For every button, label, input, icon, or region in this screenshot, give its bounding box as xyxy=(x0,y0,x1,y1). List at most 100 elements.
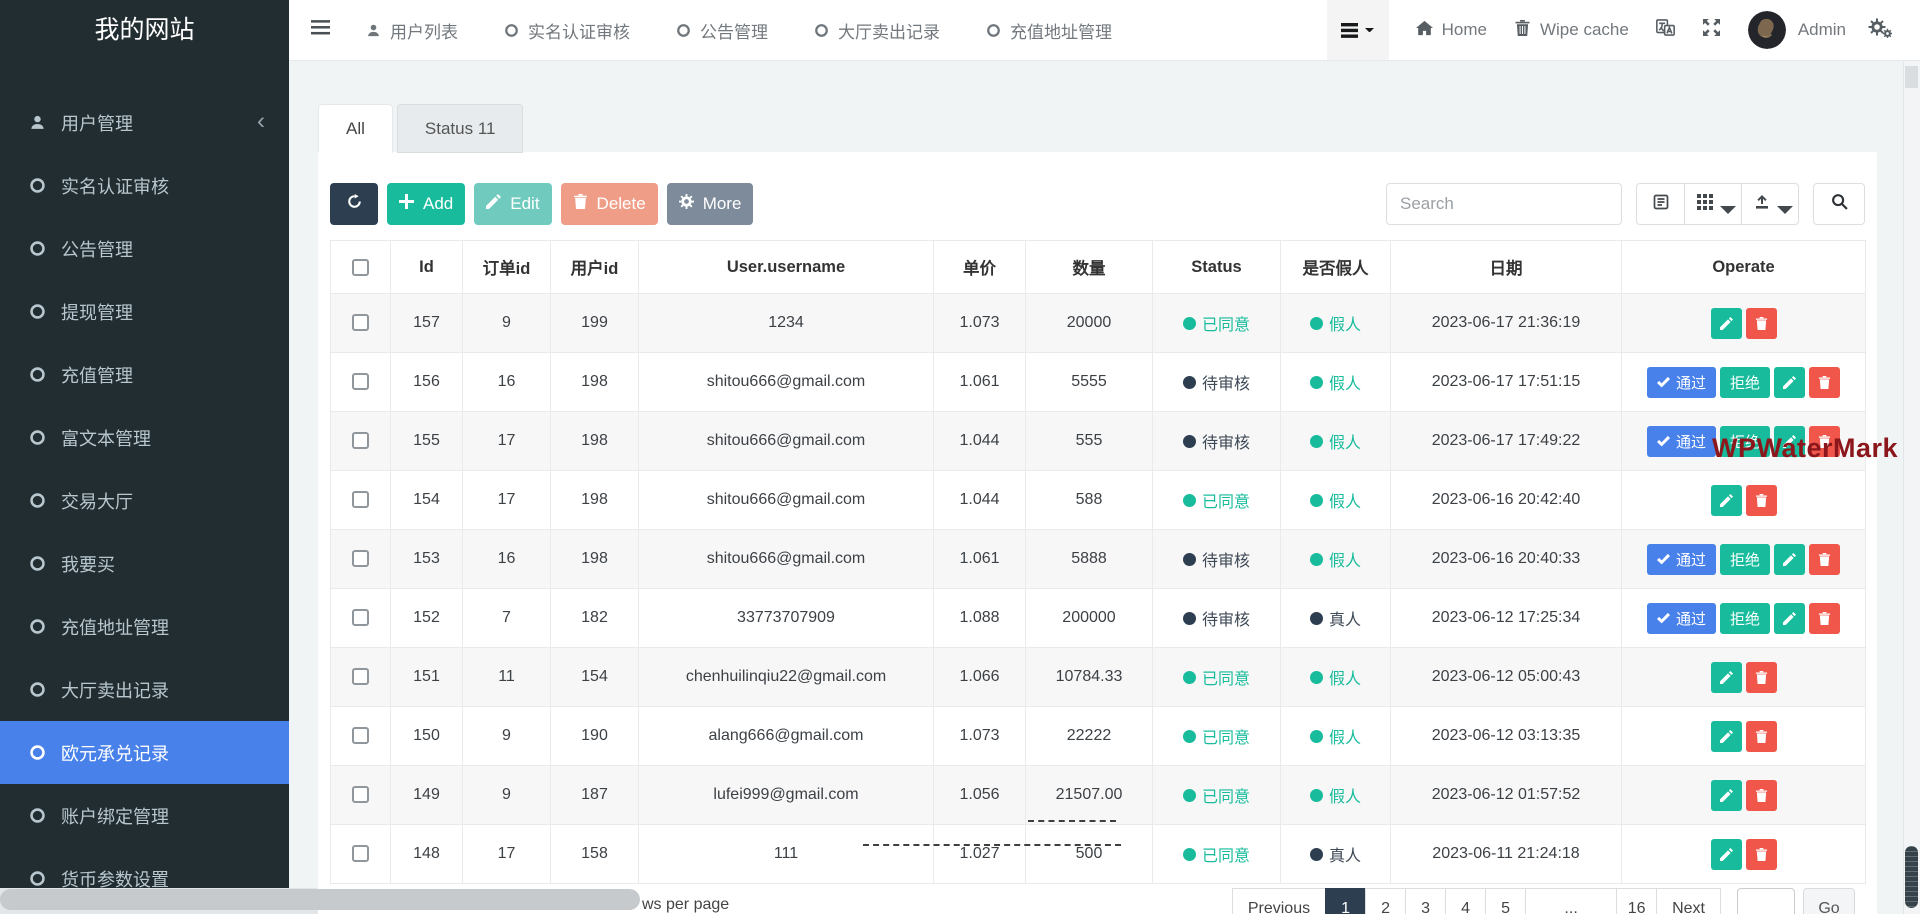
edit-row-button[interactable] xyxy=(1774,544,1805,575)
row-checkbox[interactable] xyxy=(352,668,369,685)
delete-row-button[interactable] xyxy=(1746,780,1777,811)
row-checkbox[interactable] xyxy=(352,491,369,508)
go-button[interactable]: Go xyxy=(1803,888,1855,914)
status-text: 假人 xyxy=(1329,665,1361,689)
cell-date: 2023-06-12 17:25:34 xyxy=(1391,589,1622,648)
sidebar-item[interactable]: 欧元承兑记录 xyxy=(0,721,289,784)
vertical-scrollbar-thumb[interactable] xyxy=(1905,846,1918,908)
page-button[interactable]: 5 xyxy=(1485,888,1526,914)
delete-row-button[interactable] xyxy=(1746,308,1777,339)
circle-icon xyxy=(676,23,691,38)
row-checkbox[interactable] xyxy=(352,432,369,449)
horizontal-scrollbar-thumb[interactable] xyxy=(0,889,640,910)
column-header[interactable]: 数量 xyxy=(1026,241,1153,294)
edit-row-button[interactable] xyxy=(1711,662,1742,693)
row-checkbox[interactable] xyxy=(352,727,369,744)
edit-row-button[interactable] xyxy=(1774,603,1805,634)
add-button[interactable]: Add xyxy=(387,183,465,225)
approve-button[interactable]: 通过 xyxy=(1647,426,1716,457)
row-checkbox[interactable] xyxy=(352,373,369,390)
topbar-tab[interactable]: 大厅卖出记录 xyxy=(814,18,940,43)
edit-row-button[interactable] xyxy=(1711,721,1742,752)
delete-row-button[interactable] xyxy=(1746,662,1777,693)
delete-row-button[interactable] xyxy=(1746,485,1777,516)
edit-row-button[interactable] xyxy=(1774,367,1805,398)
approve-button[interactable]: 通过 xyxy=(1647,367,1716,398)
sidebar-item[interactable]: 公告管理 xyxy=(0,217,289,280)
delete-row-button[interactable] xyxy=(1746,839,1777,870)
prev-page-button[interactable]: Previous xyxy=(1232,888,1326,914)
fullscreen-icon[interactable] xyxy=(1702,19,1721,41)
more-button[interactable]: More xyxy=(667,183,754,225)
topbar-tab[interactable]: 实名认证审核 xyxy=(504,18,630,43)
column-header[interactable]: 用户id xyxy=(551,241,639,294)
row-checkbox[interactable] xyxy=(352,550,369,567)
sidebar-item[interactable]: 账户绑定管理 xyxy=(0,784,289,847)
admin-label[interactable]: Admin xyxy=(1798,20,1846,40)
column-header[interactable]: Operate xyxy=(1622,241,1866,294)
page-button[interactable]: 3 xyxy=(1405,888,1446,914)
column-header[interactable]: Id xyxy=(391,241,463,294)
edit-row-button[interactable] xyxy=(1711,308,1742,339)
columns-dropdown-button[interactable] xyxy=(1684,183,1742,225)
delete-button[interactable]: Delete xyxy=(561,183,658,225)
hamburger-icon[interactable] xyxy=(311,20,330,40)
sidebar-item[interactable]: 大厅卖出记录 xyxy=(0,658,289,721)
topbar-tab[interactable]: 公告管理 xyxy=(676,18,768,43)
panel-tab[interactable]: Status 11 xyxy=(397,104,524,153)
row-checkbox[interactable] xyxy=(352,609,369,626)
page-button[interactable]: 4 xyxy=(1445,888,1486,914)
sidebar-item[interactable]: 用户管理‹ xyxy=(0,91,289,154)
avatar[interactable] xyxy=(1748,11,1786,49)
export-dropdown-button[interactable] xyxy=(1741,183,1799,225)
reject-button[interactable]: 拒绝 xyxy=(1720,544,1770,575)
topbar-tab[interactable]: 用户列表 xyxy=(366,18,458,43)
topbar-tab[interactable]: 充值地址管理 xyxy=(986,18,1112,43)
delete-row-button[interactable] xyxy=(1746,721,1777,752)
wipe-cache-link[interactable]: Wipe cache xyxy=(1514,20,1629,41)
reject-button[interactable]: 拒绝 xyxy=(1720,367,1770,398)
edit-row-button[interactable] xyxy=(1711,485,1742,516)
page-button[interactable]: 16 xyxy=(1616,888,1657,914)
sidebar-item[interactable]: 交易大厅 xyxy=(0,469,289,532)
search-input[interactable] xyxy=(1386,183,1622,225)
translate-icon[interactable] xyxy=(1656,19,1675,41)
page-button[interactable]: 2 xyxy=(1365,888,1406,914)
delete-row-button[interactable] xyxy=(1809,367,1840,398)
menu-list-dropdown-button[interactable] xyxy=(1327,0,1389,60)
page-jump-input[interactable] xyxy=(1737,888,1795,914)
column-header[interactable]: 订单id xyxy=(463,241,551,294)
panel-tab[interactable]: All xyxy=(318,104,393,153)
next-page-button[interactable]: Next xyxy=(1656,888,1721,914)
sidebar-item[interactable]: 我要买 xyxy=(0,532,289,595)
search-button[interactable] xyxy=(1813,183,1865,225)
sidebar-item[interactable]: 充值管理 xyxy=(0,343,289,406)
cell-fake: 真人 xyxy=(1281,589,1391,648)
column-header[interactable]: 日期 xyxy=(1391,241,1622,294)
approve-button[interactable]: 通过 xyxy=(1647,603,1716,634)
page-button[interactable]: 1 xyxy=(1325,888,1366,914)
delete-row-button[interactable] xyxy=(1809,544,1840,575)
refresh-button[interactable] xyxy=(330,183,378,225)
reject-button[interactable]: 拒绝 xyxy=(1720,603,1770,634)
select-all-checkbox[interactable] xyxy=(352,259,369,276)
delete-row-button[interactable] xyxy=(1809,603,1840,634)
column-header[interactable]: Status xyxy=(1153,241,1281,294)
sidebar-item[interactable]: 充值地址管理 xyxy=(0,595,289,658)
form-view-button[interactable] xyxy=(1636,183,1685,225)
home-link[interactable]: Home xyxy=(1416,20,1487,41)
column-header[interactable]: User.username xyxy=(639,241,934,294)
edit-row-button[interactable] xyxy=(1711,780,1742,811)
row-checkbox[interactable] xyxy=(352,786,369,803)
sidebar-item[interactable]: 富文本管理 xyxy=(0,406,289,469)
approve-button[interactable]: 通过 xyxy=(1647,544,1716,575)
column-header[interactable]: 是否假人 xyxy=(1281,241,1391,294)
sidebar-item[interactable]: 实名认证审核 xyxy=(0,154,289,217)
column-header[interactable]: 单价 xyxy=(934,241,1026,294)
row-checkbox[interactable] xyxy=(352,314,369,331)
edit-button[interactable]: Edit xyxy=(474,183,551,225)
settings-gear-icon[interactable] xyxy=(1868,18,1892,43)
edit-row-button[interactable] xyxy=(1711,839,1742,870)
row-checkbox[interactable] xyxy=(352,845,369,862)
sidebar-item[interactable]: 提现管理 xyxy=(0,280,289,343)
